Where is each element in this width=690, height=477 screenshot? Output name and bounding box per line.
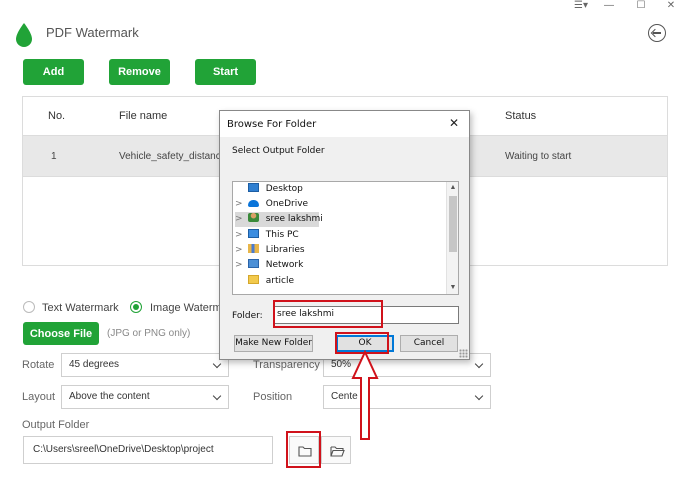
rotate-value: 45 degrees <box>69 359 120 370</box>
close-button[interactable]: ✕ <box>664 0 678 14</box>
expand-chevron-icon[interactable]: > <box>235 258 245 273</box>
dialog-close-icon[interactable]: ✕ <box>449 116 459 130</box>
expand-chevron-icon[interactable]: > <box>235 212 245 227</box>
text-watermark-label: Text Watermark <box>42 302 119 314</box>
annotation-arrow-up <box>351 350 379 440</box>
transparency-value: 50% <box>331 359 352 370</box>
chevron-down-icon <box>212 391 222 401</box>
user-icon <box>247 213 259 222</box>
dialog-title: Browse For Folder <box>227 119 317 130</box>
drop-logo-icon <box>16 23 32 47</box>
tree-item-network[interactable]: > Network <box>235 258 303 273</box>
computer-icon <box>247 229 259 238</box>
make-new-folder-button[interactable]: Make New Folder <box>234 335 313 352</box>
row-no: 1 <box>51 151 57 162</box>
chevron-down-icon <box>474 391 484 401</box>
chevron-down-icon <box>212 359 222 369</box>
expand-chevron-icon[interactable]: > <box>235 228 245 243</box>
scroll-down-icon[interactable]: ▼ <box>449 283 457 293</box>
row-status: Waiting to start <box>505 151 572 162</box>
tree-item-article[interactable]: article <box>235 274 294 289</box>
folder-label: Folder: <box>232 311 263 321</box>
tree-item-libraries[interactable]: > Libraries <box>235 243 305 258</box>
scrollbar-thumb[interactable] <box>449 196 457 252</box>
app-title: PDF Watermark <box>46 25 139 40</box>
minimize-button[interactable]: — <box>602 0 616 14</box>
annotation-highlight-box <box>286 431 321 468</box>
column-header-file-name: File name <box>119 110 168 122</box>
libraries-icon <box>247 244 259 253</box>
rotate-label: Rotate <box>22 359 55 371</box>
open-folder-button[interactable] <box>321 436 351 464</box>
annotation-folder-highlight <box>273 300 383 328</box>
menu-icon[interactable]: ☰▾ <box>570 0 592 14</box>
network-icon <box>247 259 259 268</box>
layout-value: Above the content <box>69 391 150 402</box>
choose-file-button[interactable]: Choose File <box>23 322 99 345</box>
position-select[interactable]: Cente <box>323 385 491 409</box>
chevron-down-icon <box>474 359 484 369</box>
tree-item-this-pc[interactable]: > This PC <box>235 228 299 243</box>
column-header-status: Status <box>505 110 537 122</box>
dialog-subtitle: Select Output Folder <box>232 146 325 156</box>
image-watermark-label: Image Waterma <box>150 302 228 314</box>
expand-chevron-icon[interactable]: > <box>235 197 245 212</box>
start-button[interactable]: Start <box>195 59 256 85</box>
add-button[interactable]: Add <box>23 59 84 85</box>
maximize-button[interactable]: ☐ <box>634 0 648 14</box>
cancel-button[interactable]: Cancel <box>400 335 458 352</box>
open-folder-icon <box>330 446 345 457</box>
position-label: Position <box>253 391 293 403</box>
layout-label: Layout <box>22 391 56 403</box>
layout-select[interactable]: Above the content <box>61 385 229 409</box>
text-watermark-radio[interactable] <box>23 301 35 313</box>
resize-grip-icon[interactable] <box>459 349 468 358</box>
tree-scrollbar[interactable]: ▲ ▼ <box>446 182 458 294</box>
cloud-icon <box>247 200 259 207</box>
folder-tree: Desktop > OneDrive > sree lakshmi > This… <box>232 181 459 295</box>
output-folder-label: Output Folder <box>22 419 90 431</box>
folder-icon <box>247 275 259 284</box>
back-arrow-icon[interactable] <box>648 24 666 42</box>
scroll-up-icon[interactable]: ▲ <box>449 183 457 193</box>
tree-item-sree-lakshmi[interactable]: > sree lakshmi <box>235 212 323 227</box>
column-header-no: No. <box>48 110 66 122</box>
image-watermark-radio[interactable] <box>130 301 142 313</box>
rotate-select[interactable]: 45 degrees <box>61 353 229 377</box>
tree-item-onedrive[interactable]: > OneDrive <box>235 197 308 212</box>
output-folder-input[interactable]: C:\Users\sreel\OneDrive\Desktop\project <box>23 436 273 464</box>
remove-button[interactable]: Remove <box>109 59 170 85</box>
transparency-label: Transparency <box>253 359 320 371</box>
choose-file-hint: (JPG or PNG only) <box>107 328 191 339</box>
tree-item-desktop[interactable]: Desktop <box>235 182 303 197</box>
desktop-icon <box>247 183 259 192</box>
expand-chevron-icon[interactable]: > <box>235 243 245 258</box>
row-file-name: Vehicle_safety_distanc <box>119 151 221 162</box>
